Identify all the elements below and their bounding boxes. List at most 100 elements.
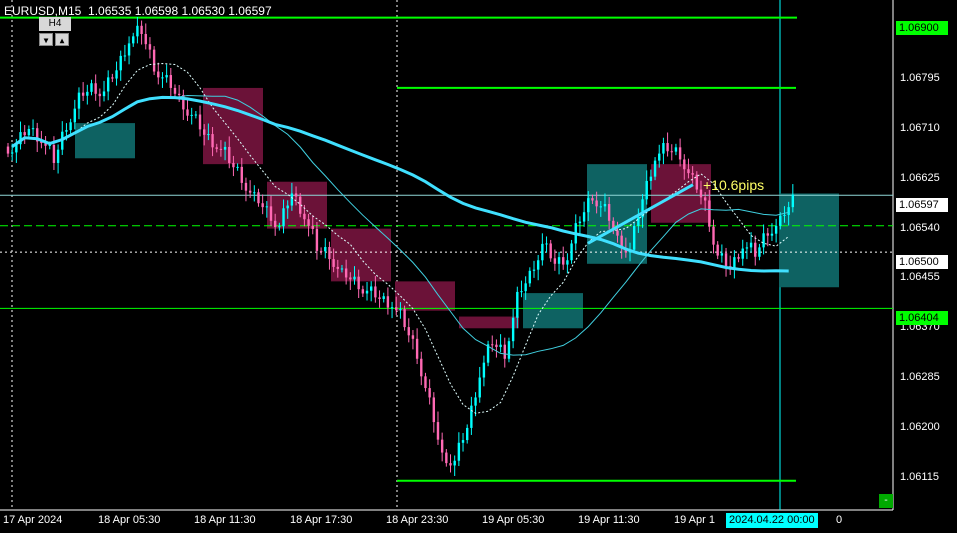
candle-body <box>478 377 481 398</box>
candle-body <box>286 205 289 209</box>
candle-body <box>10 152 14 154</box>
candle-body <box>774 225 778 234</box>
candle-body <box>369 286 373 291</box>
candle-body <box>674 147 678 152</box>
candle-body <box>219 148 223 150</box>
candle-body <box>724 253 728 267</box>
candle-body <box>23 132 26 136</box>
candle-body <box>265 206 269 208</box>
h4-box <box>523 293 583 329</box>
candle-body <box>244 182 248 191</box>
candle-body <box>562 257 565 265</box>
candle-body <box>553 258 557 264</box>
minus-button[interactable]: - <box>879 494 893 508</box>
candle-body <box>415 338 419 359</box>
candle-body <box>315 229 319 251</box>
candle-body <box>240 166 243 183</box>
price-tick: 1.06710 <box>900 121 940 134</box>
price-tick: 1.06625 <box>900 171 940 184</box>
candle-body <box>399 309 402 311</box>
candle-body <box>273 220 277 228</box>
candle-body <box>466 427 469 441</box>
candle-body <box>470 405 473 428</box>
time-tick: 18 Apr 05:30 <box>98 514 161 526</box>
time-tick: 18 Apr 23:30 <box>386 514 449 526</box>
price-label-top-level: 1.06900 <box>896 21 948 35</box>
candle-body <box>528 270 532 284</box>
candle-body <box>662 143 665 154</box>
candle-body <box>119 55 122 71</box>
candle-body <box>253 192 256 194</box>
candle-body <box>754 242 757 257</box>
candle-body <box>278 226 281 228</box>
candle-body <box>361 289 365 294</box>
candle-body <box>591 198 594 201</box>
candle-body <box>236 166 239 168</box>
candle-body <box>424 376 427 389</box>
candle-body <box>136 25 139 37</box>
candle-body <box>678 147 682 160</box>
candle-body <box>98 93 102 97</box>
candle-body <box>52 144 56 163</box>
candle-body <box>332 259 335 267</box>
candle-body <box>482 362 486 378</box>
candle-body <box>779 215 782 226</box>
candle-body <box>102 91 106 97</box>
candle-body <box>536 260 540 270</box>
candle-body <box>407 327 410 336</box>
candle-body <box>382 296 385 299</box>
price-tick: 1.06455 <box>900 271 940 284</box>
candle-body <box>632 225 636 250</box>
candle-body <box>228 146 231 163</box>
candle-body <box>303 213 306 220</box>
h4-candle-boxes <box>75 87 839 329</box>
candle-body <box>232 162 235 168</box>
candle-body <box>532 269 536 271</box>
candle-body <box>349 277 352 280</box>
h4-box <box>203 87 263 165</box>
candle-body <box>595 200 598 207</box>
candle-body <box>198 114 202 130</box>
candle-body <box>211 134 214 148</box>
time-tick: 19 Apr 1 <box>674 514 715 526</box>
candle-body <box>687 169 690 174</box>
candle-body <box>708 200 711 227</box>
candle-body <box>77 92 81 109</box>
candle-body <box>357 276 360 290</box>
timeframe-down-button[interactable]: ▼ <box>39 33 53 46</box>
candle-body <box>248 190 252 193</box>
candle-body <box>587 198 590 213</box>
candle-body <box>716 244 719 256</box>
candle-body <box>495 344 498 348</box>
time-tick-tail: 0 <box>836 514 843 526</box>
candle-body <box>516 291 519 318</box>
candle-body <box>115 70 118 79</box>
candle-body <box>157 71 160 78</box>
candle-body <box>328 246 331 260</box>
candle-body <box>269 206 273 221</box>
price-label-current: 1.06597 <box>896 198 948 212</box>
candle-body <box>161 77 164 79</box>
candle-body <box>666 143 669 152</box>
time-tick: 19 Apr 05:30 <box>482 514 545 526</box>
timeframe-up-button[interactable]: ▲ <box>55 33 69 46</box>
candle-body <box>645 180 648 200</box>
candle-body <box>699 189 703 198</box>
price-chart[interactable] <box>0 0 957 533</box>
candle-body <box>144 34 147 45</box>
candle-body <box>365 290 369 294</box>
candle-body <box>290 193 294 206</box>
price-label-dashed: 1.06500 <box>896 255 948 269</box>
candle-body <box>787 207 790 215</box>
fast-ma-line <box>11 62 790 414</box>
candle-body <box>73 108 76 123</box>
timeframe-panel: H4 ▼ ▲ <box>39 17 71 47</box>
candle-body <box>791 194 795 208</box>
candle-body <box>261 203 264 208</box>
candle-body <box>745 247 749 249</box>
candle-body <box>541 243 544 261</box>
candle-body <box>215 147 218 149</box>
candle-body <box>436 422 440 440</box>
candle-body <box>186 109 189 116</box>
candle-body <box>461 440 465 443</box>
